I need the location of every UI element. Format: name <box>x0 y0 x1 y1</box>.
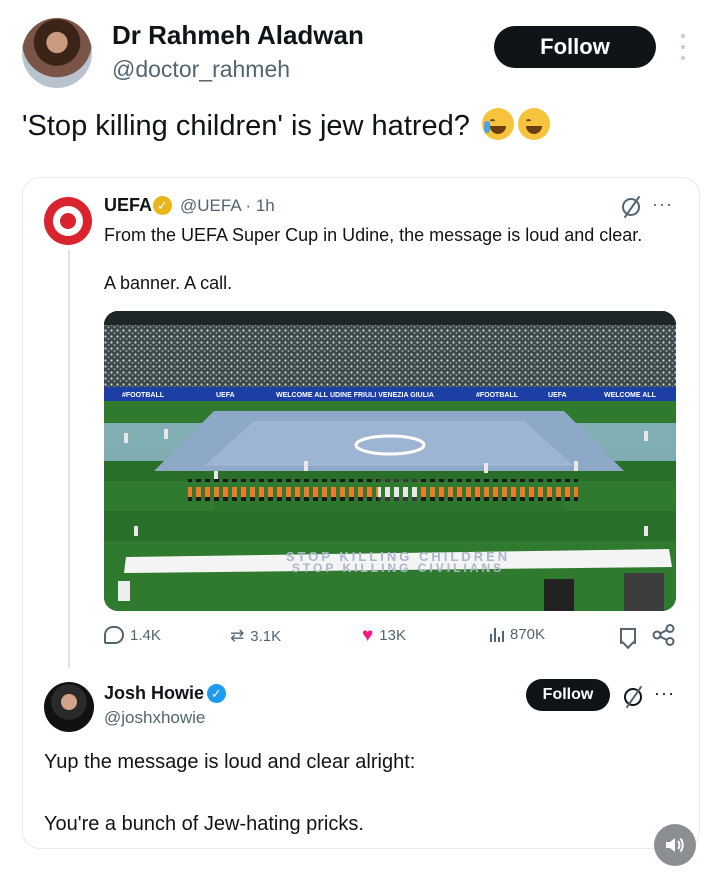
thread-connector-line <box>68 250 70 668</box>
post-text: 'Stop killing children' is jew hatred? <box>22 108 550 144</box>
views-action[interactable]: 870K <box>490 626 545 643</box>
reply-action[interactable]: 1.4K <box>104 626 161 644</box>
views-count: 870K <box>510 626 546 643</box>
ad-board-text: WELCOME ALL <box>604 392 657 399</box>
quoted-author-name[interactable]: UEFA <box>104 195 152 216</box>
reply-text-line1: Yup the message is loud and clear alrigh… <box>44 751 416 773</box>
share-icon[interactable] <box>652 624 676 646</box>
ad-board-text: WELCOME ALL <box>276 392 329 399</box>
quoted-text-line2: A banner. A call. <box>104 273 233 293</box>
like-action[interactable]: ♥ 13K <box>362 626 406 645</box>
reply-author-avatar[interactable] <box>44 682 94 732</box>
follow-button[interactable]: Follow <box>494 26 656 68</box>
more-options-icon[interactable] <box>678 34 688 60</box>
ad-board-text: UEFA <box>216 392 235 399</box>
ad-board-text: UDINE FRIULI VENEZIA GIULIA <box>330 392 434 399</box>
crying-emoji-icon <box>481 108 514 140</box>
reply-more-icon[interactable]: ··· <box>654 683 675 704</box>
bookmark-icon[interactable] <box>620 628 636 644</box>
like-count: 13K <box>379 627 406 644</box>
reply-grok-icon[interactable] <box>624 688 642 706</box>
heart-icon: ♥ <box>362 625 374 646</box>
grok-icon[interactable] <box>622 198 640 216</box>
banner-line2: STOP KILLING CIVILIANS <box>292 561 504 575</box>
stadium-photo[interactable]: #FOOTBALL UEFA WELCOME ALL UDINE FRIULI … <box>104 311 676 611</box>
reply-icon <box>104 626 124 644</box>
uefa-avatar[interactable] <box>44 197 92 245</box>
reply-follow-button[interactable]: Follow <box>526 679 610 711</box>
quoted-text-line1: From the UEFA Super Cup in Udine, the me… <box>104 225 643 245</box>
ad-board-text: #FOOTBALL <box>122 392 165 399</box>
reply-author-handle[interactable]: @joshxhowie <box>104 708 205 728</box>
ad-board-text: #FOOTBALL <box>476 392 519 399</box>
reply-author-name[interactable]: Josh Howie <box>104 683 204 704</box>
verified-blue-badge-icon: ✓ <box>207 684 226 703</box>
reply-count: 1.4K <box>130 626 161 644</box>
reply-text-line2: You're a bunch of Jew-hating pricks. <box>44 813 364 835</box>
author-handle[interactable]: @doctor_rahmeh <box>112 56 290 83</box>
quoted-author-meta: @UEFA · 1h <box>180 196 275 215</box>
verified-gold-badge-icon: ✓ <box>153 196 172 215</box>
repost-count: 3.1K <box>250 627 282 645</box>
author-avatar[interactable] <box>22 18 92 88</box>
post-text-content: 'Stop killing children' is jew hatred? <box>22 110 470 142</box>
laughing-emoji-icon <box>517 108 550 140</box>
views-icon <box>490 627 504 642</box>
repost-action[interactable]: ⇄ 3.1K <box>230 626 281 646</box>
author-name[interactable]: Dr Rahmeh Aladwan <box>112 20 364 51</box>
quoted-more-icon[interactable]: ··· <box>652 194 673 215</box>
speaker-icon[interactable] <box>654 824 696 866</box>
repost-icon: ⇄ <box>230 626 245 645</box>
ad-board-text: UEFA <box>548 392 567 399</box>
